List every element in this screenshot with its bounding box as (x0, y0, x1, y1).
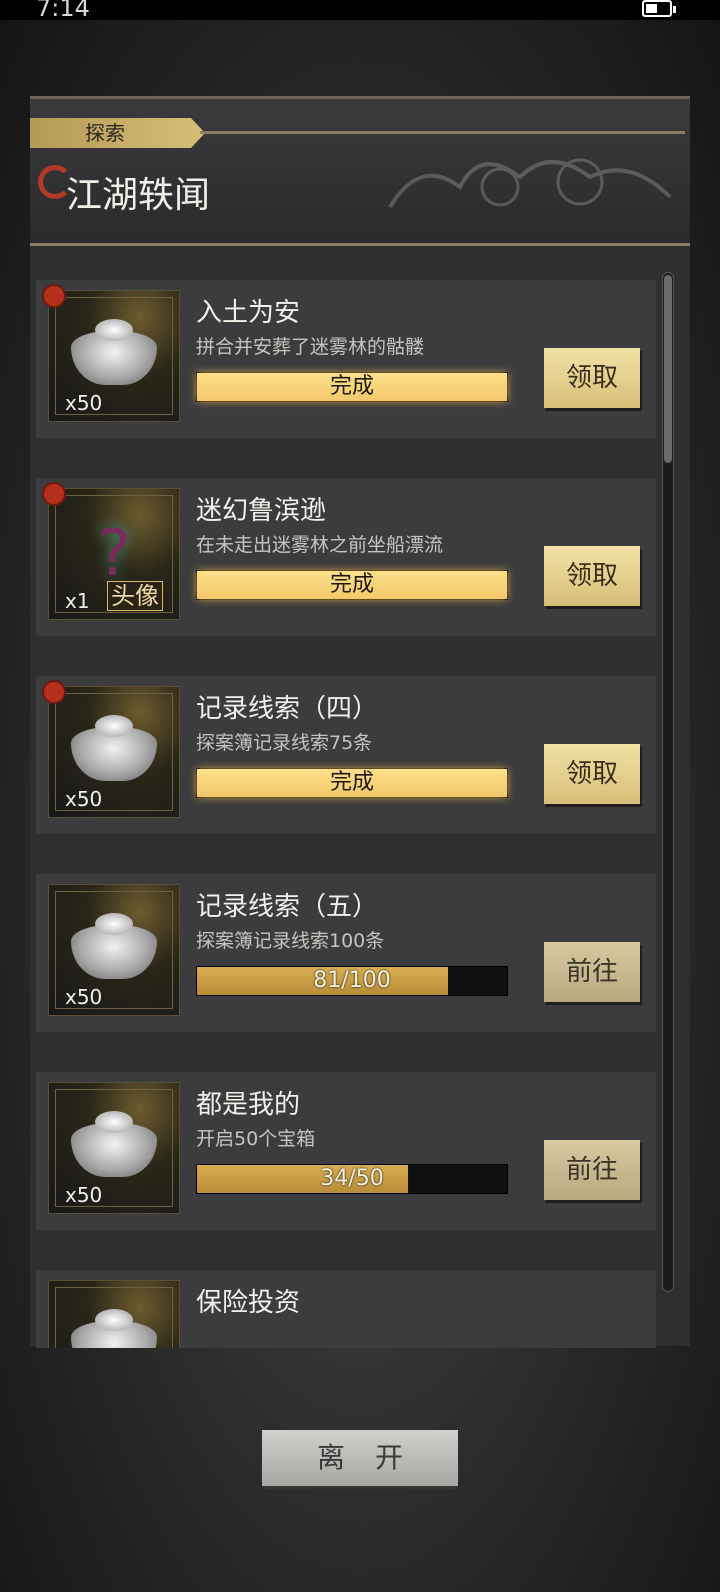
quest-description: 在未走出迷雾林之前坐船漂流 (196, 534, 444, 556)
avatar-tag: 头像 (107, 581, 163, 611)
quest-description: 探案簿记录线索75条 (196, 732, 373, 754)
reward-count: x1 (65, 589, 90, 613)
reward-slot[interactable]: x50 (48, 884, 180, 1016)
status-bar: 7:14 (0, 0, 720, 22)
claim-button[interactable]: 领取 (544, 744, 640, 804)
scroll-thumb[interactable] (664, 275, 672, 463)
progress-text: 81/100 (313, 968, 391, 993)
progress-text: 完成 (329, 572, 374, 597)
quest-row: ? x1 头像 迷幻鲁滨逊在未走出迷雾林之前坐船漂流完成 领取 (36, 478, 656, 636)
quest-row: 保险投资 (36, 1270, 656, 1348)
progress-bar: 完成 (196, 372, 508, 402)
mystery-avatar-icon: ? (97, 517, 131, 591)
reward-count: x50 (65, 787, 103, 811)
progress-bar: 完成 (196, 570, 508, 600)
quest-description: 拼合并安葬了迷雾林的骷髅 (196, 336, 425, 358)
quest-row: x50 都是我的开启50个宝箱 34/50 前往 (36, 1072, 656, 1230)
header-divider (200, 131, 685, 134)
scrollbar[interactable] (662, 272, 674, 1292)
progress-bar: 完成 (196, 768, 508, 798)
quest-row: x50 记录线索（五） 探案簿记录线索100条 81/100 前往 (36, 874, 656, 1032)
quest-title: 都是我的 (196, 1090, 301, 1120)
quest-title: 记录线索（五） (196, 892, 379, 922)
reward-slot[interactable]: ? x1 头像 (48, 488, 180, 620)
reward-count: x50 (65, 1183, 103, 1207)
claim-button[interactable]: 领取 (544, 546, 640, 606)
quest-row: x50 记录线索（四） 探案簿记录线索75条完成 领取 (36, 676, 656, 834)
progress-text: 完成 (329, 374, 374, 399)
quest-title: 迷幻鲁滨逊 (196, 496, 327, 526)
progress-bar: 81/100 (196, 966, 508, 996)
reward-slot[interactable] (48, 1280, 180, 1348)
quest-list[interactable]: x50 入土为安 拼合并安葬了迷雾林的骷髅 完成 领取? x1 头像 迷幻鲁滨逊 在未走出迷雾林… (30, 270, 670, 1348)
alert-dot-icon (42, 680, 66, 704)
alert-dot-icon (42, 482, 66, 506)
go-button[interactable]: 前往 (544, 942, 640, 1002)
quest-description: 开启50个宝箱 (196, 1128, 316, 1150)
quest-description: 探案簿记录线索100条 (196, 930, 385, 952)
tab-explore[interactable]: 探索 (30, 118, 205, 148)
cloud-ornament-icon (388, 158, 672, 209)
quest-title: 记录线索（四） (196, 694, 379, 724)
status-time: 7:14 (36, 0, 90, 22)
go-button[interactable]: 前往 (544, 1140, 640, 1200)
page-title: 江湖轶闻 (66, 175, 211, 216)
reward-slot[interactable]: x50 (48, 290, 180, 422)
progress-text: 34/50 (320, 1166, 384, 1191)
reward-slot[interactable]: x50 (48, 1082, 180, 1214)
reward-slot[interactable]: x50 (48, 686, 180, 818)
reward-count: x50 (65, 391, 103, 415)
leave-button[interactable]: 离开 (262, 1430, 458, 1486)
quest-row: x50 入土为安拼合并安葬了迷雾林的骷髅完成 领取 (36, 280, 656, 438)
progress-text: 完成 (329, 770, 374, 795)
quest-title: 入土为安 (196, 298, 301, 328)
alert-dot-icon (42, 284, 66, 308)
claim-button[interactable]: 领取 (544, 348, 640, 408)
quest-title: 保险投资 (196, 1288, 301, 1318)
silver-ingot-icon (71, 1309, 157, 1348)
progress-bar: 34/50 (196, 1164, 508, 1194)
battery-icon (642, 0, 676, 17)
reward-count: x50 (65, 985, 103, 1009)
